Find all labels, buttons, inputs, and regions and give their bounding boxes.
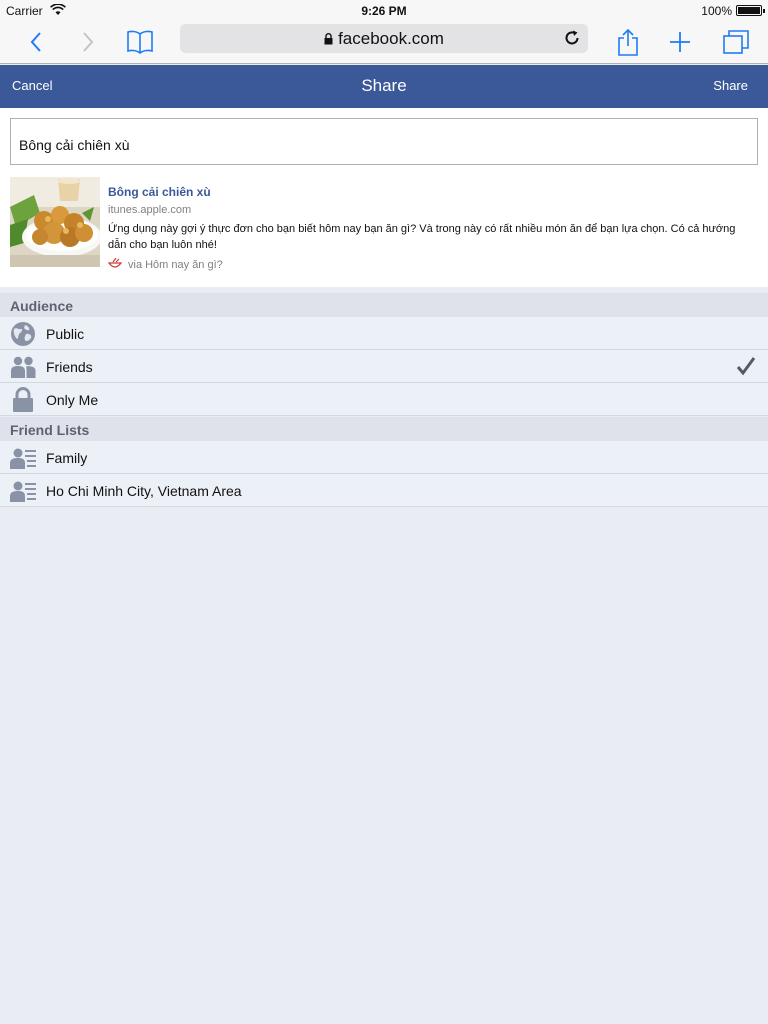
preview-thumbnail	[10, 177, 100, 267]
clock: 9:26 PM	[361, 4, 407, 18]
share-button[interactable]: Share	[713, 78, 748, 93]
tabs-button[interactable]	[720, 26, 752, 58]
checkmark-icon	[736, 357, 756, 376]
lock-icon	[13, 387, 33, 412]
back-button[interactable]	[20, 26, 52, 58]
dialog-title: Share	[361, 76, 407, 95]
preview-title[interactable]: Bông cải chiên xù	[108, 185, 211, 199]
chevron-left-icon	[30, 32, 41, 52]
friends-icon	[11, 356, 36, 378]
plus-icon	[670, 32, 690, 52]
audience-label: Only Me	[46, 392, 99, 408]
audience-option-friends[interactable]: Friends	[0, 350, 768, 383]
forward-button[interactable]	[72, 26, 104, 58]
book-icon	[127, 30, 153, 54]
friend-list-family[interactable]: Family	[0, 441, 768, 474]
friend-list-icon	[10, 448, 36, 469]
bookmarks-button[interactable]	[124, 26, 156, 58]
address-bar[interactable]: facebook.com	[180, 24, 588, 53]
share-icon	[618, 28, 638, 56]
audience-label: Friends	[46, 359, 93, 375]
globe-icon	[11, 322, 35, 346]
audience-heading: Audience	[0, 293, 768, 317]
via-text: via Hôm nay ăn gì?	[128, 259, 223, 271]
reload-icon[interactable]	[562, 28, 582, 48]
new-tab-button[interactable]	[664, 26, 696, 58]
message-text: Bông cải chiên xù	[19, 137, 130, 153]
battery-percent: 100%	[701, 4, 732, 18]
url-text: facebook.com	[338, 29, 444, 48]
friend-list-label: Ho Chi Minh City, Vietnam Area	[46, 483, 242, 499]
friend-list-icon	[10, 481, 36, 502]
share-sheet-button[interactable]	[612, 26, 644, 58]
share-composer: Bông cải chiên xù Bông cải chiên xù itun…	[0, 108, 768, 287]
audience-label: Public	[46, 326, 85, 342]
lock-icon	[324, 33, 333, 45]
friend-list-hcmc[interactable]: Ho Chi Minh City, Vietnam Area	[0, 474, 768, 507]
share-dialog-header: Cancel Share Share	[0, 65, 768, 108]
preview-via: via Hôm nay ăn gì?	[108, 258, 223, 271]
chevron-right-icon	[83, 32, 94, 52]
preview-domain: itunes.apple.com	[108, 204, 192, 216]
preview-description: Ứng dụng này gợi ý thực đơn cho bạn biết…	[108, 223, 736, 251]
friend-lists-heading: Friend Lists	[0, 417, 768, 441]
tabs-icon	[723, 30, 749, 54]
friend-list-label: Family	[46, 450, 88, 466]
battery-icon	[736, 5, 765, 16]
status-bar: Carrier 9:26 PM 100%	[0, 0, 768, 20]
app-icon	[108, 258, 122, 268]
message-input[interactable]: Bông cải chiên xù	[10, 118, 758, 165]
audience-option-only-me[interactable]: Only Me	[0, 383, 768, 416]
audience-option-public[interactable]: Public	[0, 317, 768, 350]
browser-toolbar: facebook.com	[0, 20, 768, 64]
